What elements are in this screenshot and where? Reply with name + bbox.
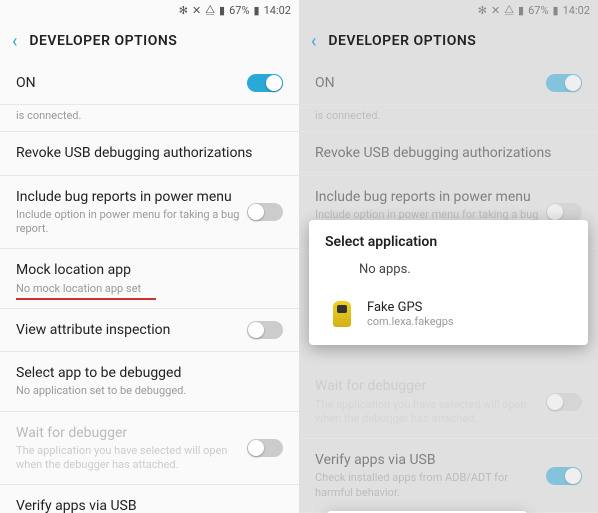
wait-debugger-sub: The application you have selected will o… [315,398,546,427]
app-icon [325,299,355,329]
wait-debugger-sub: The application you have selected will o… [16,444,247,473]
master-toggle-label: ON [16,74,247,92]
row-master-toggle: ON [299,62,598,105]
screen-right: ✻ ✕ ⧋ ▮ 67% ▮ 14:02 ‹ DEVELOPER OPTIONS … [299,0,598,513]
wait-debugger-toggle [247,439,283,457]
row-mock-location[interactable]: Mock location app No mock location app s… [0,249,299,308]
wifi-icon: ⧋ [504,3,514,17]
bug-reports-toggle [546,203,582,221]
row-verify-apps[interactable]: Verify apps via USB Check installed apps… [0,485,299,513]
dimmed-background-lower: Wait for debugger The application you ha… [299,365,598,513]
revoke-usb-label: Revoke USB debugging authorizations [315,144,551,162]
select-application-dialog: Select application No apps. Fake GPS com… [309,220,588,345]
statusbar: ✻ ✕ ⧋ ▮ 67% ▮ 14:02 [0,0,299,20]
mute-icon: ✕ [491,4,500,17]
revoke-usb-label: Revoke USB debugging authorizations [16,144,252,162]
row-connected-note: is connected. [299,105,598,132]
header: ‹ DEVELOPER OPTIONS [299,20,598,62]
battery-icon: ▮ [553,4,559,17]
app-package: com.lexa.fakegps [367,315,572,328]
verify-apps-label: Verify apps via USB [315,451,546,469]
view-attr-label: View attribute inspection [16,321,247,339]
clock: 14:02 [264,4,291,17]
header: ‹ DEVELOPER OPTIONS [0,20,299,62]
highlight-underline [16,298,156,300]
wait-debugger-label: Wait for debugger [16,424,247,442]
app-name: Fake GPS [367,300,572,315]
select-debug-label: Select app to be debugged [16,364,283,382]
view-attr-toggle[interactable] [247,321,283,339]
clock: 14:02 [563,4,590,17]
mock-location-sub: No mock location app set [16,282,283,296]
back-icon[interactable]: ‹ [12,31,17,52]
back-icon[interactable]: ‹ [311,31,316,52]
bug-reports-label: Include bug reports in power menu [315,188,546,206]
wait-debugger-toggle [546,393,582,411]
screen-left: ✻ ✕ ⧋ ▮ 67% ▮ 14:02 ‹ DEVELOPER OPTIONS … [0,0,299,513]
wifi-icon: ⧋ [205,3,215,17]
bug-reports-toggle[interactable] [247,203,283,221]
connected-note: is connected. [315,109,380,123]
select-debug-sub: No application set to be debugged. [16,384,283,398]
row-master-toggle[interactable]: ON [0,62,299,105]
page-title: DEVELOPER OPTIONS [29,33,177,49]
row-connected-note: is connected. [0,105,299,132]
row-wait-debugger: Wait for debugger The application you ha… [0,412,299,486]
master-toggle-label: ON [315,74,546,92]
bluetooth-icon: ✻ [478,4,487,17]
dialog-app-item[interactable]: Fake GPS com.lexa.fakegps [309,291,588,337]
row-view-attribute[interactable]: View attribute inspection [0,309,299,352]
statusbar: ✻ ✕ ⧋ ▮ 67% ▮ 14:02 [299,0,598,20]
signal-icon: ▮ [219,4,225,17]
row-wait-debugger: Wait for debugger The application you ha… [299,365,598,439]
master-toggle[interactable] [247,74,283,92]
row-revoke-usb[interactable]: Revoke USB debugging authorizations [0,132,299,175]
battery-pct: 67% [229,4,249,17]
bug-reports-label: Include bug reports in power menu [16,188,247,206]
page-title: DEVELOPER OPTIONS [328,33,476,49]
row-bug-reports[interactable]: Include bug reports in power menu Includ… [0,176,299,250]
row-revoke-usb: Revoke USB debugging authorizations [299,132,598,175]
wait-debugger-label: Wait for debugger [315,377,546,395]
master-toggle [546,74,582,92]
row-select-debug-app[interactable]: Select app to be debugged No application… [0,352,299,411]
battery-icon: ▮ [254,4,260,17]
battery-pct: 67% [528,4,548,17]
dialog-no-apps: No apps. [309,258,588,291]
signal-icon: ▮ [518,4,524,17]
bluetooth-icon: ✻ [179,4,188,17]
verify-apps-sub: Check installed apps from ADB/ADT for ha… [315,471,546,500]
verify-apps-toggle [546,467,582,485]
connected-note: is connected. [16,109,81,123]
dialog-title: Select application [309,220,588,258]
mock-location-label: Mock location app [16,261,283,279]
mute-icon: ✕ [192,4,201,17]
verify-apps-label: Verify apps via USB [16,497,247,513]
bug-reports-sub: Include option in power menu for taking … [16,208,247,237]
row-verify-apps: Verify apps via USB Check installed apps… [299,439,598,513]
